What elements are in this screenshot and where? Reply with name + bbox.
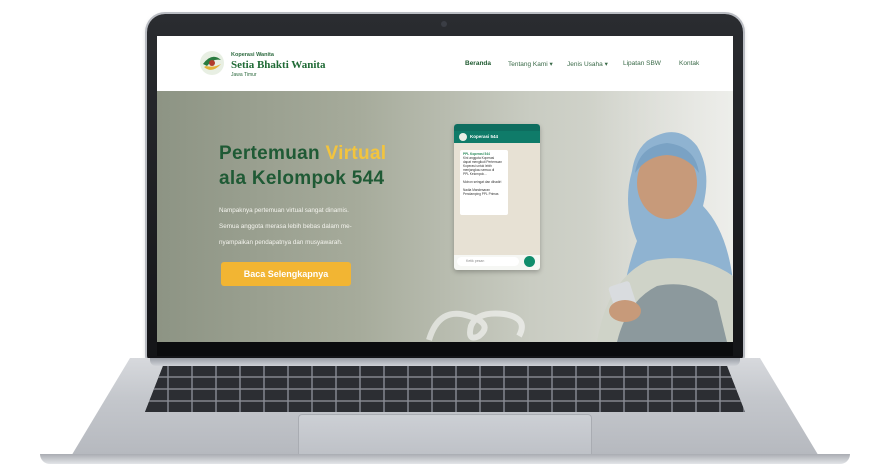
nav-tentang-kami[interactable]: Tentang Kami ▾ — [508, 60, 553, 68]
logo-small-text: Koperasi Wanita — [231, 52, 274, 58]
chat-input: Ketik pesan — [457, 257, 519, 266]
woman-with-phone-image — [597, 132, 733, 342]
laptop-hinge — [150, 358, 740, 366]
hero-text-line: Nampaknya pertemuan virtual sangat dinam… — [219, 207, 349, 214]
bubble-line: Pendamping PPL Primas — [463, 192, 499, 196]
bubble-line: Mohon seingat dan dihadiri — [463, 180, 502, 184]
nav-jenis-usaha[interactable]: Jenis Usaha ▾ — [567, 60, 608, 68]
hero-title-line2: ala Kelompok 544 — [219, 168, 385, 189]
keyboard-rows — [145, 366, 745, 412]
site-header: Koperasi Wanita Setia Bhakti Wanita Jawa… — [157, 36, 733, 91]
screen-bezel-bottom — [157, 342, 733, 356]
logo-name[interactable]: Setia Bhakti Wanita — [231, 59, 326, 71]
chat-input-placeholder: Ketik pesan — [466, 259, 485, 263]
trackpad — [298, 414, 592, 458]
hero-text-line: Semua anggota merasa lebih bebas dalam m… — [219, 223, 352, 230]
logo-icon — [200, 51, 224, 75]
hero-banner: Pertemuan Virtual ala Kelompok 544 Nampa… — [157, 91, 733, 342]
hero-title-accent: Virtual — [325, 143, 387, 164]
chat-avatar — [459, 133, 467, 141]
logo-region: Jawa Timur — [231, 72, 257, 78]
hero-text-line: nyampaikan pendapatnya dan musyawarah. — [219, 239, 343, 246]
chat-title: Koperasi 544 — [470, 134, 499, 139]
nav-lipatan-sbw[interactable]: Lipatan SBW — [623, 60, 661, 67]
laptop-lid: Koperasi Wanita Setia Bhakti Wanita Jawa… — [147, 14, 743, 360]
nav-kontak[interactable]: Kontak — [679, 60, 699, 67]
read-more-button[interactable]: Baca Selengkapnya — [221, 262, 351, 286]
laptop-screen: Koperasi Wanita Setia Bhakti Wanita Jawa… — [157, 36, 733, 342]
nav-beranda[interactable]: Beranda — [465, 60, 491, 67]
laptop-front-edge — [40, 454, 850, 464]
webcam-icon — [441, 21, 447, 27]
hero-title-line1: Pertemuan Virtual — [219, 143, 386, 165]
hero-title-part1: Pertemuan — [219, 143, 326, 164]
chat-bubble: PPL Koperasi 544 Kini anggota Koperasi d… — [460, 150, 508, 215]
